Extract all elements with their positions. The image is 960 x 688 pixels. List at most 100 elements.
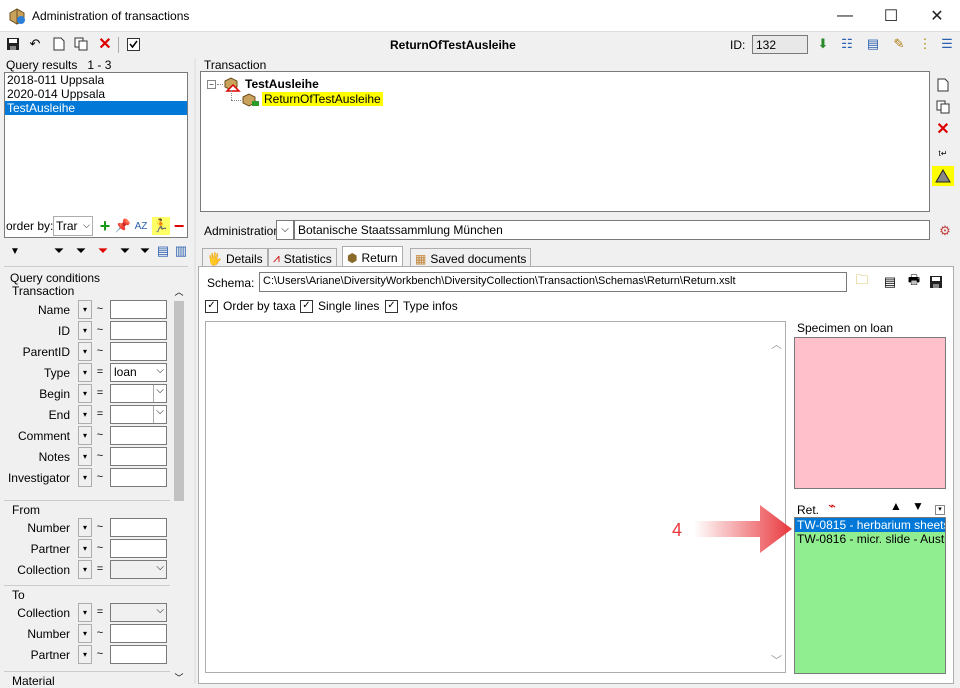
print-icon[interactable]: 🖶 xyxy=(905,272,923,291)
chevron-down-icon[interactable]: ⌵ xyxy=(153,406,166,423)
new-child-icon[interactable] xyxy=(934,76,952,94)
condition-input[interactable] xyxy=(110,426,167,445)
import-icon[interactable]: ⬇ xyxy=(814,35,832,53)
filter-icon[interactable]: ⏷ xyxy=(50,242,68,260)
maximize-button[interactable]: ☐ xyxy=(868,0,914,31)
chevron-down-icon[interactable]: ⌵ xyxy=(156,365,164,376)
operator-dropdown[interactable]: ▾ xyxy=(78,384,92,403)
list-item-selected[interactable]: TW-0815 - herbarium sheets - C xyxy=(795,518,945,532)
scanner-icon[interactable]: ⌁ xyxy=(823,497,841,515)
operator-dropdown[interactable]: ▾ xyxy=(78,300,92,319)
filter-remove-icon[interactable]: ⏷ xyxy=(94,242,112,260)
tree-expander[interactable]: − xyxy=(207,80,216,89)
operator-dropdown[interactable]: ▾ xyxy=(78,624,92,643)
run-query-icon[interactable]: 🏃 xyxy=(152,217,170,235)
settings-icon[interactable]: ☰ xyxy=(938,35,956,53)
new-document-icon[interactable] xyxy=(50,35,68,53)
id-field[interactable]: 132 xyxy=(752,35,808,54)
chevron-down-icon[interactable]: ⌵ xyxy=(156,562,164,573)
operator-dropdown[interactable]: ▾ xyxy=(78,342,92,361)
tab-details[interactable]: 🖐 Details xyxy=(202,248,268,266)
specimen-on-loan-list[interactable] xyxy=(794,337,946,489)
tree-child-label[interactable]: ReturnOfTestAusleihe xyxy=(262,92,383,106)
query-results-list[interactable]: 2018-011 Uppsala 2020-014 Uppsala TestAu… xyxy=(4,72,188,238)
tree-root-label[interactable]: TestAusleihe xyxy=(245,77,319,91)
close-window-button[interactable]: ✕ xyxy=(914,0,960,31)
option-type-infos[interactable]: ✓ Type infos xyxy=(385,299,458,313)
returned-specimen-list[interactable]: TW-0815 - herbarium sheets - C TW-0816 -… xyxy=(794,517,946,674)
checkbox[interactable]: ✓ xyxy=(205,299,218,313)
list-item[interactable]: TW-0816 - micr. slide - Austria - xyxy=(795,532,945,546)
condition-input[interactable] xyxy=(110,342,167,361)
list-detail-icon[interactable]: ▥ xyxy=(172,242,190,260)
condition-input[interactable]: loan ⌵ xyxy=(110,363,167,382)
copy-icon[interactable] xyxy=(72,35,90,53)
order-by-select[interactable]: Trar ⌵ xyxy=(53,216,93,236)
schema-field[interactable]: C:\Users\Ariane\DiversityWorkbench\Diver… xyxy=(259,272,847,292)
condition-input[interactable]: ⌵ xyxy=(110,560,167,579)
filter-add-icon[interactable]: ⏷ xyxy=(72,242,90,260)
tab-statistics[interactable]: ⩘ Statistics xyxy=(268,248,337,266)
tab-return[interactable]: ⬢ Return xyxy=(342,246,403,267)
save-schema-icon[interactable] xyxy=(927,273,945,291)
operator-dropdown[interactable]: ▾ xyxy=(78,405,92,424)
edit-icon[interactable]: ✎ xyxy=(890,35,908,53)
list-item[interactable]: 2020-014 Uppsala xyxy=(5,87,187,101)
operator-dropdown[interactable]: ▾ xyxy=(78,560,92,579)
tab-saved-documents[interactable]: ▦ Saved documents xyxy=(410,248,532,266)
condition-input[interactable] xyxy=(110,300,167,319)
add-icon[interactable]: + xyxy=(96,216,114,236)
option-single-lines[interactable]: ✓ Single lines xyxy=(300,299,379,313)
condition-input[interactable]: ⌵ xyxy=(110,384,167,403)
operator-dropdown[interactable]: ▾ xyxy=(78,426,92,445)
condition-input[interactable] xyxy=(110,645,167,664)
minimize-button[interactable]: — xyxy=(822,0,868,31)
preview-scrollbar[interactable]: ︿ ﹀ xyxy=(768,322,785,672)
move-up-icon[interactable]: ▲ xyxy=(887,497,905,515)
collapse-arrow-icon[interactable]: ▼ xyxy=(6,242,24,260)
scrollbar[interactable]: ︿ ﹀ xyxy=(172,285,186,685)
checkbox[interactable]: ✓ xyxy=(300,299,313,313)
chevron-down-icon[interactable]: ⌵ xyxy=(156,605,164,616)
document-icon[interactable]: ▤ xyxy=(881,273,899,291)
chevron-down-icon[interactable]: ⌵ xyxy=(153,385,166,402)
operator-dropdown[interactable]: ▾ xyxy=(78,468,92,487)
copy-child-icon[interactable] xyxy=(934,98,952,116)
condition-input[interactable] xyxy=(110,447,167,466)
save-icon[interactable] xyxy=(4,35,22,53)
remove-icon[interactable]: − xyxy=(170,216,188,236)
delete-icon[interactable]: ✕ xyxy=(96,35,114,53)
condition-input[interactable] xyxy=(110,321,167,340)
list-item-selected[interactable]: TestAusleihe xyxy=(5,101,187,115)
link-icon[interactable]: ⚙ xyxy=(936,222,954,240)
option-order-by-taxa[interactable]: ✓ Order by taxa xyxy=(205,299,296,313)
operator-dropdown[interactable]: ▾ xyxy=(78,518,92,537)
warning-icon[interactable] xyxy=(932,166,954,186)
checkbox[interactable]: ✓ xyxy=(385,299,398,313)
move-down-icon[interactable]: ▼ xyxy=(909,497,927,515)
filter-list-icon[interactable]: ▤ xyxy=(864,35,882,53)
open-folder-icon[interactable]: 🗀 xyxy=(853,272,871,291)
condition-input[interactable]: ⌵ xyxy=(110,603,167,622)
list-item[interactable]: 2018-011 Uppsala xyxy=(5,73,187,87)
condition-input[interactable] xyxy=(110,468,167,487)
operator-dropdown[interactable]: ▾ xyxy=(78,321,92,340)
administration-field[interactable]: Botanische Staatssammlung München xyxy=(294,220,930,240)
checkbox-icon[interactable] xyxy=(124,35,142,53)
operator-dropdown[interactable]: ▾ xyxy=(78,447,92,466)
delete-child-icon[interactable]: ✕ xyxy=(934,120,952,138)
operator-dropdown[interactable]: ▾ xyxy=(78,645,92,664)
set-parent-icon[interactable]: t↵ xyxy=(934,144,952,162)
condition-input[interactable]: ⌵ xyxy=(110,405,167,424)
operator-dropdown[interactable]: ▾ xyxy=(78,539,92,558)
administration-dropdown[interactable]: ⌵ xyxy=(276,220,294,240)
expand-icon[interactable]: ▾ xyxy=(935,505,945,515)
filter-child-icon[interactable]: ⏷ xyxy=(116,242,134,260)
sort-az-icon[interactable]: AZ xyxy=(132,217,150,235)
condition-input[interactable] xyxy=(110,518,167,537)
transaction-tree[interactable]: − TestAusleihe ReturnOfTestAusleihe xyxy=(200,71,930,212)
search-list-icon[interactable]: ☷ xyxy=(838,35,856,53)
condition-input[interactable] xyxy=(110,539,167,558)
filter-save-icon[interactable]: ⏷ xyxy=(136,242,154,260)
preview-area[interactable]: ︿ ﹀ xyxy=(205,321,786,673)
